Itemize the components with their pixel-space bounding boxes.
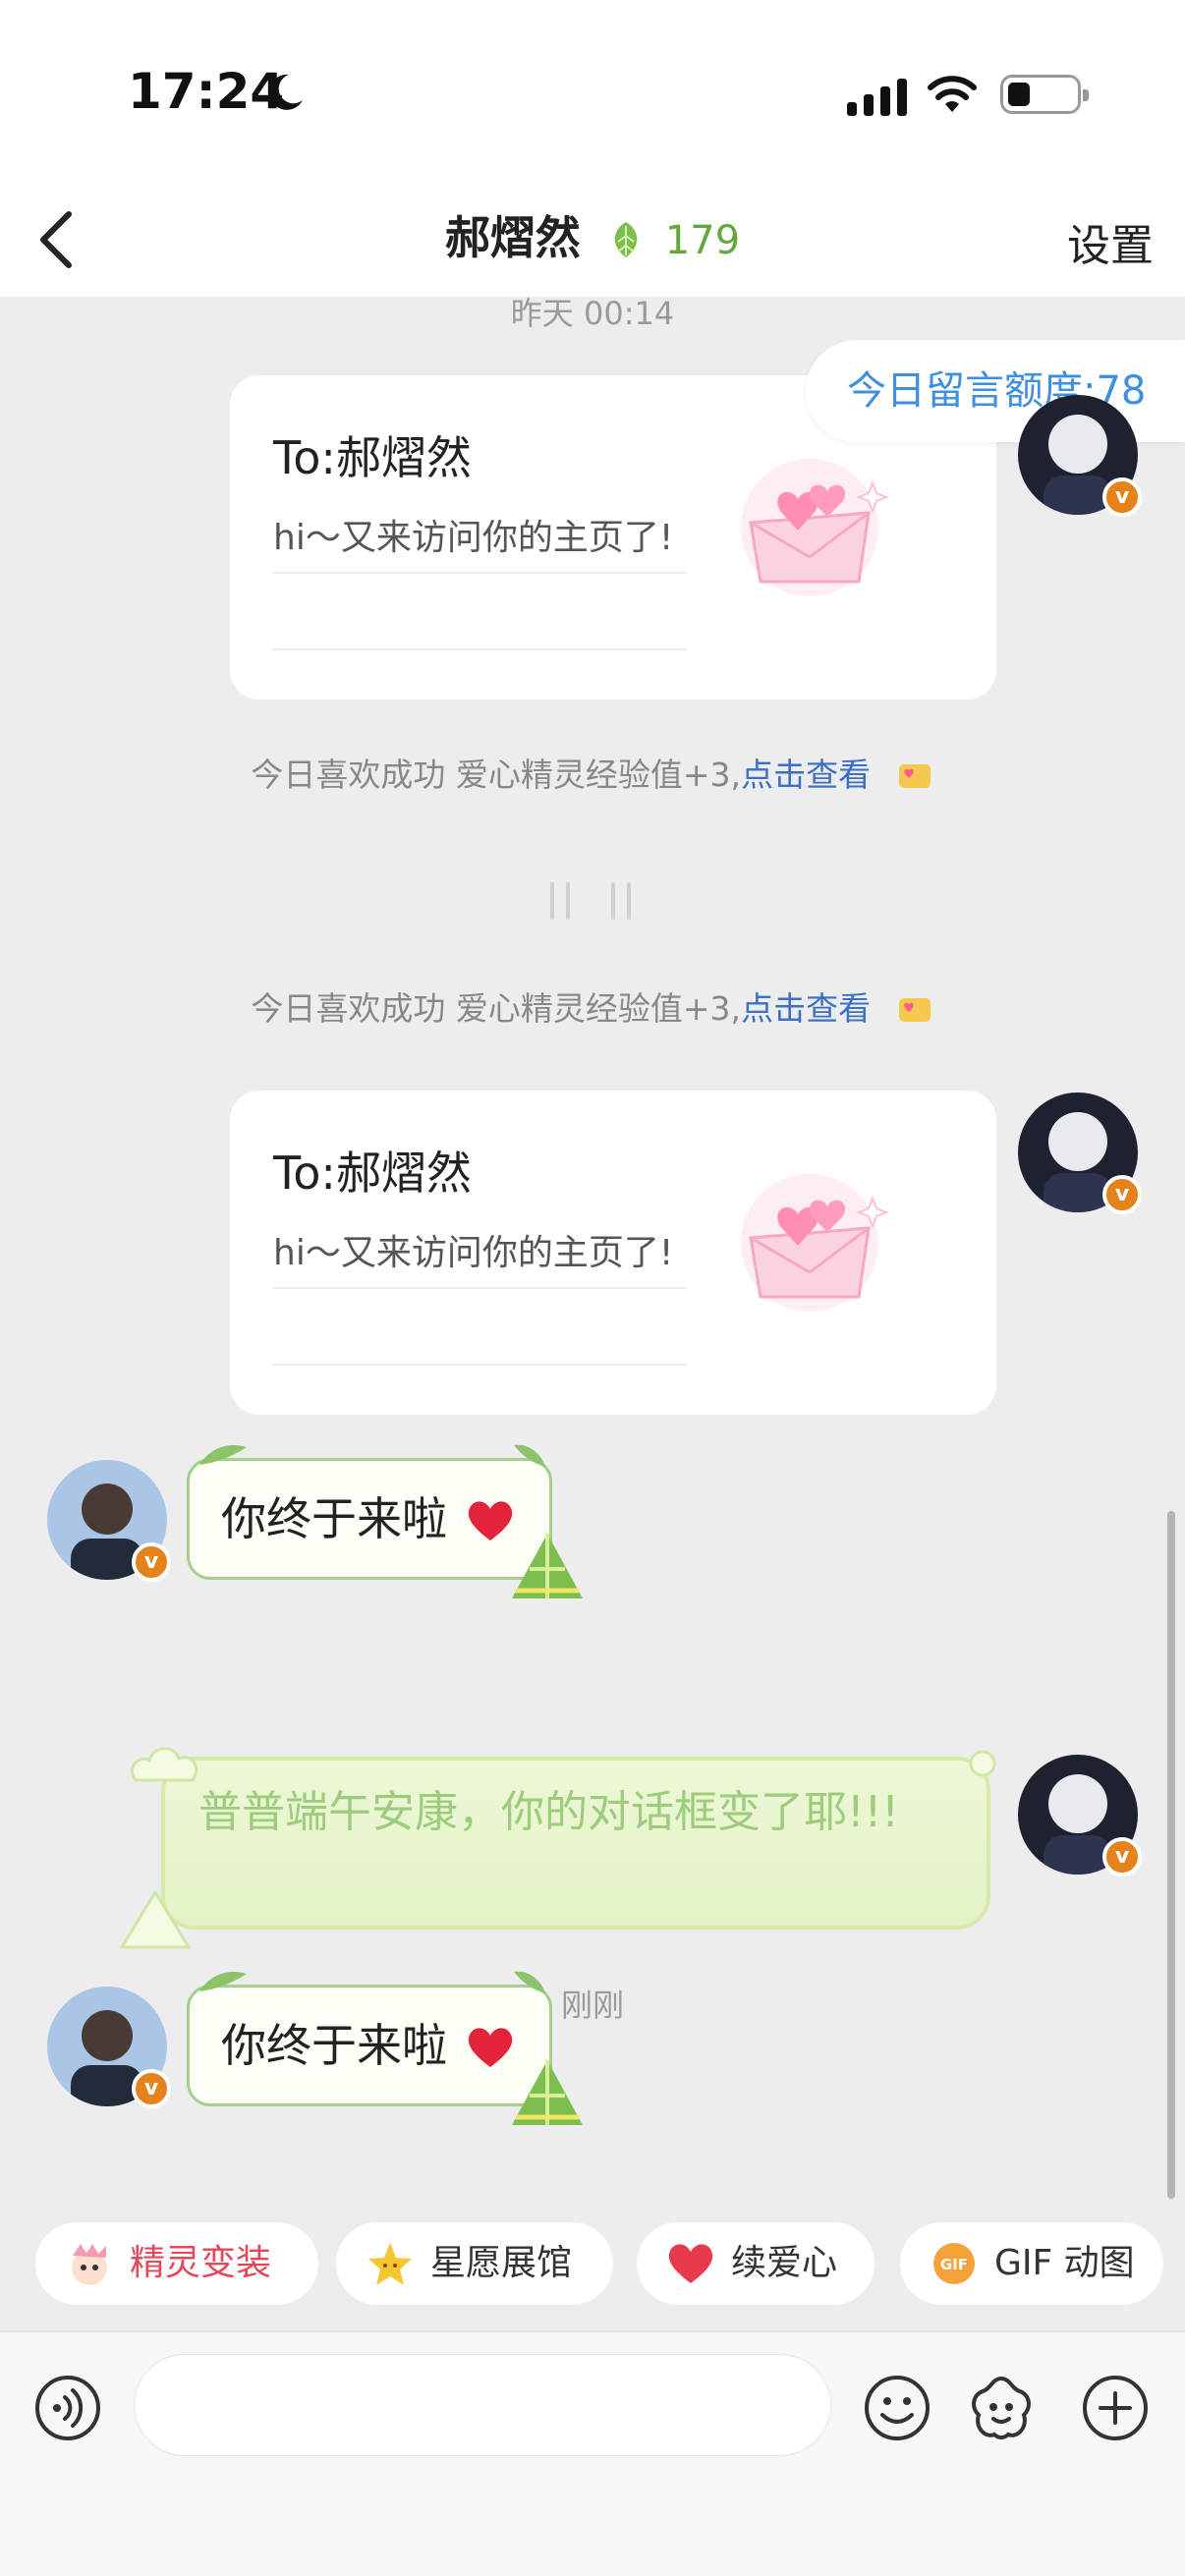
bamboo-leaf-icon: [199, 1444, 247, 1465]
zongzi-leaf-icon: [614, 222, 638, 257]
leaf-count: 179: [664, 218, 741, 263]
voice-icon[interactable]: [33, 2374, 102, 2442]
quick-actions: 精灵变装 星愿展馆 续爱心 GIF GIF 动图: [0, 2222, 1185, 2330]
verified-badge-icon: v: [132, 2069, 171, 2108]
status-time: 17:24: [128, 63, 285, 120]
my-message-bubble[interactable]: 普普端午安康，你的对话框变了耶!!!: [119, 1747, 996, 1949]
renew-love-button[interactable]: 续爱心: [637, 2222, 875, 2305]
verified-badge-icon: v: [1102, 1837, 1142, 1876]
sprite-dressup-button[interactable]: 精灵变装: [35, 2222, 318, 2305]
greeting-card: To:郝熠然 hi～又来访问你的主页了!: [230, 1091, 996, 1415]
view-details-link[interactable]: 点击查看: [741, 989, 871, 1028]
contact-avatar[interactable]: v: [47, 1460, 171, 1582]
add-icon[interactable]: [1081, 2374, 1150, 2442]
zongzi-icon: [512, 2060, 583, 2125]
card-recipient: To:郝熠然: [273, 431, 472, 484]
love-envelope-icon: [741, 459, 889, 596]
star-icon: [368, 2243, 412, 2285]
heart-letter-icon: [898, 764, 931, 788]
svg-text:GIF: GIF: [940, 2256, 968, 2273]
heart-letter-icon: [898, 998, 931, 1022]
moon-icon: [268, 74, 303, 110]
bamboo-leaf-icon: [199, 1971, 247, 1991]
heart-icon: [668, 2244, 713, 2283]
bamboo-leaf-icon: [514, 1444, 545, 1467]
card-message: hi～又来访问你的主页了!: [273, 1233, 674, 1273]
contact-name: 郝熠然: [444, 211, 581, 264]
status-bar: 17:24: [0, 0, 1185, 187]
signal-icon: [847, 77, 907, 116]
view-details-link[interactable]: 点击查看: [741, 756, 871, 794]
chat-area[interactable]: 昨天 00:14 To:郝熠然 hi～又来访问你的主页了! 今日留言额度:78 …: [0, 297, 1185, 2340]
contact-avatar[interactable]: v: [47, 1987, 171, 2108]
message-bubble[interactable]: 你终于来啦: [187, 1971, 583, 2125]
gif-button[interactable]: GIF GIF 动图: [900, 2222, 1163, 2305]
wifi-icon: [928, 76, 977, 112]
verified-badge-icon: v: [1102, 1175, 1142, 1214]
card-message: hi～又来访问你的主页了!: [273, 518, 674, 558]
verified-badge-icon: v: [132, 1542, 171, 1582]
page-title: 郝熠然 179: [0, 202, 1185, 267]
gif-icon: GIF: [933, 2243, 975, 2284]
emoji-icon[interactable]: [863, 2374, 931, 2442]
timestamp: 刚刚: [560, 1987, 624, 2024]
settings-button[interactable]: 设置: [1067, 210, 1154, 273]
verified-badge-icon: v: [1102, 477, 1142, 517]
battery-icon: [1000, 75, 1089, 114]
bamboo-leaf-icon: [514, 1971, 545, 1993]
star-wish-hall-button[interactable]: 星愿展馆: [336, 2222, 613, 2305]
chat-header: 郝熠然 179 设置: [0, 187, 1185, 297]
sprite-icon: [72, 2244, 107, 2285]
system-message: 今日喜欢成功 爱心精灵经验值+3,点击查看: [0, 982, 1185, 1030]
card-recipient: To:郝熠然: [273, 1147, 472, 1200]
my-avatar[interactable]: v: [1018, 1092, 1142, 1214]
love-envelope-icon: [741, 1174, 889, 1312]
system-message: 今日喜欢成功 爱心精灵经验值+3,点击查看: [0, 749, 1185, 796]
loading-indicator: [550, 882, 631, 920]
zongzi-deco-icon: [119, 1889, 192, 1949]
my-avatar[interactable]: v: [1018, 395, 1142, 517]
message-input[interactable]: [134, 2354, 831, 2456]
scrollbar[interactable]: [1167, 1511, 1175, 2199]
input-bar: [0, 2330, 1185, 2576]
zongzi-icon: [512, 1534, 583, 1598]
sticker-icon[interactable]: [967, 2374, 1036, 2442]
timestamp: 昨天 00:14: [510, 297, 675, 332]
cloud-deco-icon: [131, 1747, 198, 1782]
cloud-deco-icon: [969, 1750, 996, 1777]
message-bubble[interactable]: 你终于来啦: [187, 1444, 583, 1598]
my-avatar[interactable]: v: [1018, 1755, 1142, 1876]
